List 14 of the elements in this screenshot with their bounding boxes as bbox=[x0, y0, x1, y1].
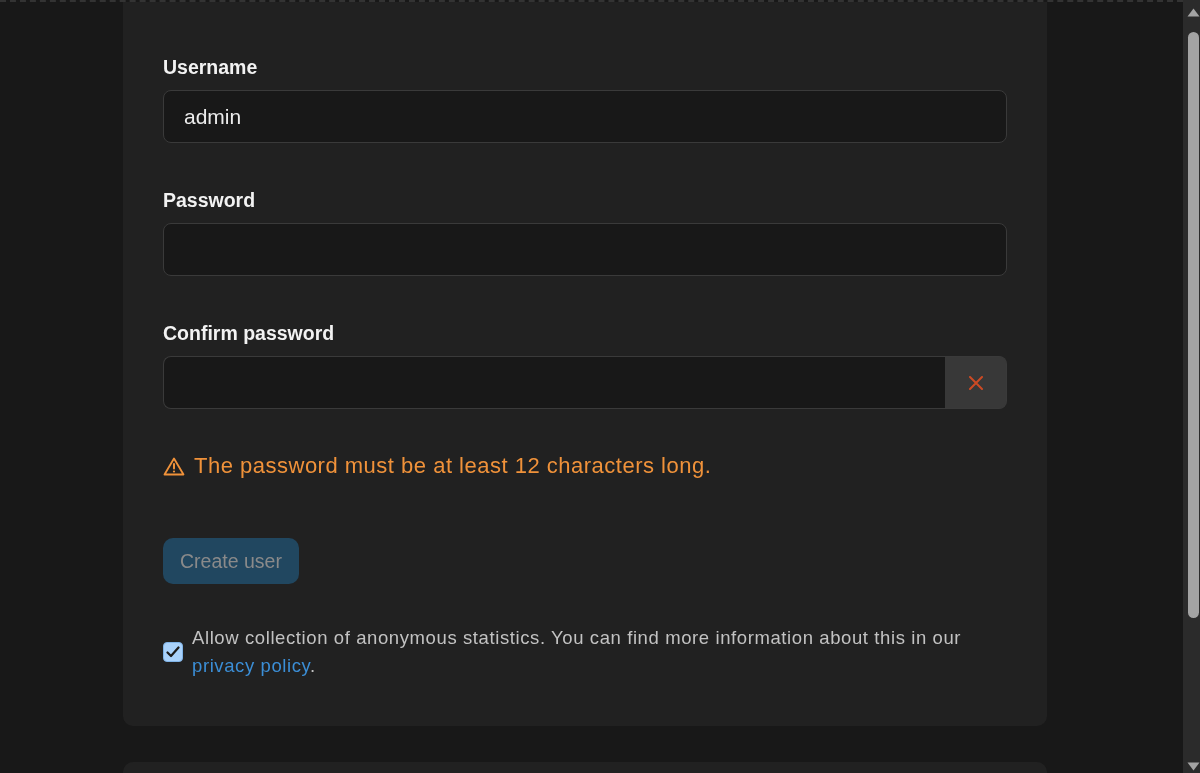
up-arrow-icon[interactable] bbox=[1187, 8, 1200, 17]
warning-icon bbox=[163, 456, 185, 476]
username-field[interactable]: admin bbox=[163, 90, 1007, 143]
down-arrow-icon[interactable] bbox=[1187, 762, 1200, 771]
field-label: Confirm password bbox=[163, 321, 335, 345]
password-field[interactable] bbox=[163, 223, 1007, 276]
statistics-consent-text: Allow collection of anonymous statistics. You can find more information about this in our privacy policy. bbox=[192, 626, 963, 678]
warning-message: The password must be at least 12 characters long. bbox=[194, 453, 712, 479]
scrollbar[interactable] bbox=[1183, 0, 1200, 773]
field-label: Password bbox=[163, 188, 256, 212]
statistics-checkbox[interactable] bbox=[163, 642, 183, 662]
privacy-policy-link[interactable]: privacy policy bbox=[192, 655, 311, 676]
field-label: Username bbox=[163, 55, 258, 79]
scrollbar-thumb[interactable] bbox=[1188, 32, 1199, 618]
